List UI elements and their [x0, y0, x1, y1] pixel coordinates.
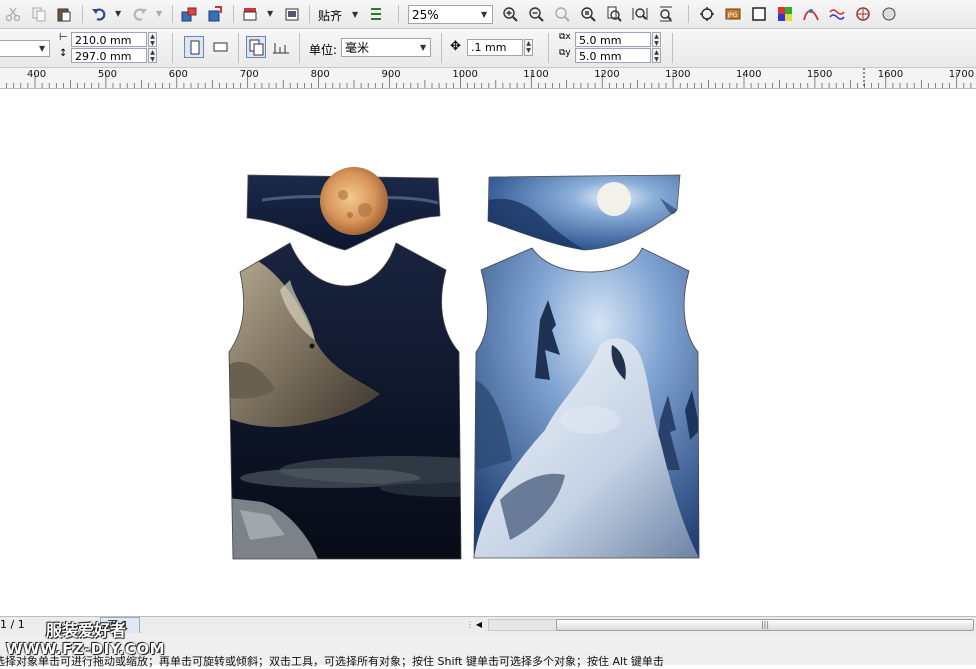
ruler-label: 1000	[452, 69, 478, 80]
duplicate-x-icon: ⧉x	[559, 32, 571, 42]
zoom-page-height-icon[interactable]	[656, 4, 676, 24]
drawing-canvas[interactable]	[0, 89, 976, 616]
nudge-icon: ✥	[450, 39, 461, 54]
property-bar: ▼ ⊢ 210.0 mm ▲ ▼ ↕ 297.0 mm ▲ ▼ 单位: 毫米 ▼ ✥…	[0, 29, 976, 68]
page-navigator-bar: 1 / 1 页 1 ⋮ ◀ |||	[0, 616, 976, 634]
horizontal-scrollbar-thumb[interactable]: |||	[556, 619, 974, 631]
zoom-page-width-icon[interactable]	[630, 4, 650, 24]
portrait-button[interactable]	[184, 36, 204, 58]
ruler-label: 700	[239, 69, 259, 80]
curve-tool-icon[interactable]	[801, 4, 821, 24]
ruler-label: 1400	[736, 69, 762, 80]
dup-y-spinner[interactable]: ▲ ▼	[652, 48, 661, 63]
width-icon: ⊢	[59, 32, 68, 43]
all-pages-layout-button[interactable]	[246, 36, 266, 58]
standard-toolbar: ▼ ▼ ▼ 贴齐 ▼ 25% ▼ JPG	[0, 0, 976, 29]
scroll-left-button[interactable]: ◀	[473, 618, 485, 632]
color-grid-icon[interactable]	[775, 4, 795, 24]
svg-text:JPG: JPG	[727, 12, 738, 19]
ruler-label: 900	[381, 69, 401, 80]
redo-dropdown-icon[interactable]: ▼	[156, 9, 162, 18]
frame-icon[interactable]	[749, 4, 769, 24]
ruler-label: 1500	[806, 69, 833, 80]
bitmap-trace-icon[interactable]	[697, 4, 717, 24]
sphere-icon[interactable]	[879, 4, 899, 24]
page-size-dropdown-icon[interactable]: ▼	[39, 44, 45, 53]
units-select[interactable]: 毫米	[341, 38, 431, 57]
ruler-label: 500	[97, 69, 117, 80]
duplicate-distance-y-input[interactable]: 5.0 mm	[575, 48, 651, 63]
current-page-layout-button[interactable]	[271, 36, 291, 58]
nudge-distance-input[interactable]: .1 mm	[467, 39, 523, 56]
paste-icon[interactable]	[54, 4, 74, 24]
redo-icon[interactable]	[130, 4, 150, 24]
moon-shape	[320, 167, 388, 235]
zoom-selected-icon[interactable]	[552, 4, 572, 24]
pattern-icon[interactable]	[853, 4, 873, 24]
zoom-in-icon[interactable]	[500, 4, 520, 24]
export-icon[interactable]	[205, 4, 225, 24]
snap-dropdown-icon[interactable]: ▼	[352, 10, 358, 19]
left-collar-piece	[246, 167, 441, 251]
watermark-title: 服装爱好者	[46, 621, 127, 640]
undo-icon[interactable]	[89, 4, 109, 24]
wave-icon[interactable]	[827, 4, 847, 24]
nudge-spinner[interactable]: ▲ ▼	[524, 39, 533, 56]
landscape-button[interactable]	[211, 36, 231, 58]
jpeg-export-icon[interactable]: JPG	[723, 4, 743, 24]
dup-x-spinner[interactable]: ▲ ▼	[652, 32, 661, 47]
ruler-label: 1600	[877, 69, 904, 80]
copy-icon[interactable]	[29, 4, 49, 24]
ruler-label: 600	[168, 69, 188, 80]
page-width-input[interactable]: 210.0 mm	[71, 32, 147, 47]
ruler-label: 1300	[665, 69, 691, 80]
units-dropdown-icon[interactable]: ▼	[420, 43, 426, 52]
zoom-dropdown-icon[interactable]: ▼	[481, 10, 487, 19]
ruler-label: 1200	[594, 69, 620, 80]
ruler-label: 800	[310, 69, 330, 80]
height-icon: ↕	[59, 48, 68, 59]
welcome-screen-icon[interactable]	[282, 4, 302, 24]
duplicate-distance-x-input[interactable]: 5.0 mm	[575, 32, 651, 47]
units-label: 单位:	[309, 43, 338, 57]
cut-icon[interactable]	[3, 4, 23, 24]
options-icon[interactable]	[366, 4, 386, 24]
horizontal-ruler[interactable]: 400 500 600 700 800 900 1000 1100 1200 1300 1400 15…	[0, 68, 976, 89]
garment-artwork	[228, 167, 700, 560]
launcher-dropdown-icon[interactable]: ▼	[267, 9, 273, 18]
zoom-all-objects-icon[interactable]	[578, 4, 598, 24]
application-launcher-icon[interactable]	[240, 4, 260, 24]
page-count-label: 1 / 1	[0, 618, 25, 631]
watermark-url: WWW.FZ-DIY.COM	[6, 640, 165, 658]
right-collar-piece	[487, 174, 681, 251]
undo-dropdown-icon[interactable]: ▼	[115, 9, 121, 18]
ruler-label: 1700	[948, 69, 975, 80]
import-icon[interactable]	[179, 4, 199, 24]
right-body-piece	[474, 248, 699, 558]
duplicate-y-icon: ⧉y	[559, 48, 571, 58]
snap-to-button[interactable]: 贴齐	[318, 7, 342, 24]
zoom-page-icon[interactable]	[604, 4, 624, 24]
ruler-label: 400	[27, 69, 47, 80]
ruler-label: 1100	[523, 69, 549, 80]
page-height-input[interactable]: 297.0 mm	[71, 48, 147, 63]
height-spinner[interactable]: ▲ ▼	[148, 48, 157, 63]
zoom-out-icon[interactable]	[526, 4, 546, 24]
width-spinner[interactable]: ▲ ▼	[148, 32, 157, 47]
